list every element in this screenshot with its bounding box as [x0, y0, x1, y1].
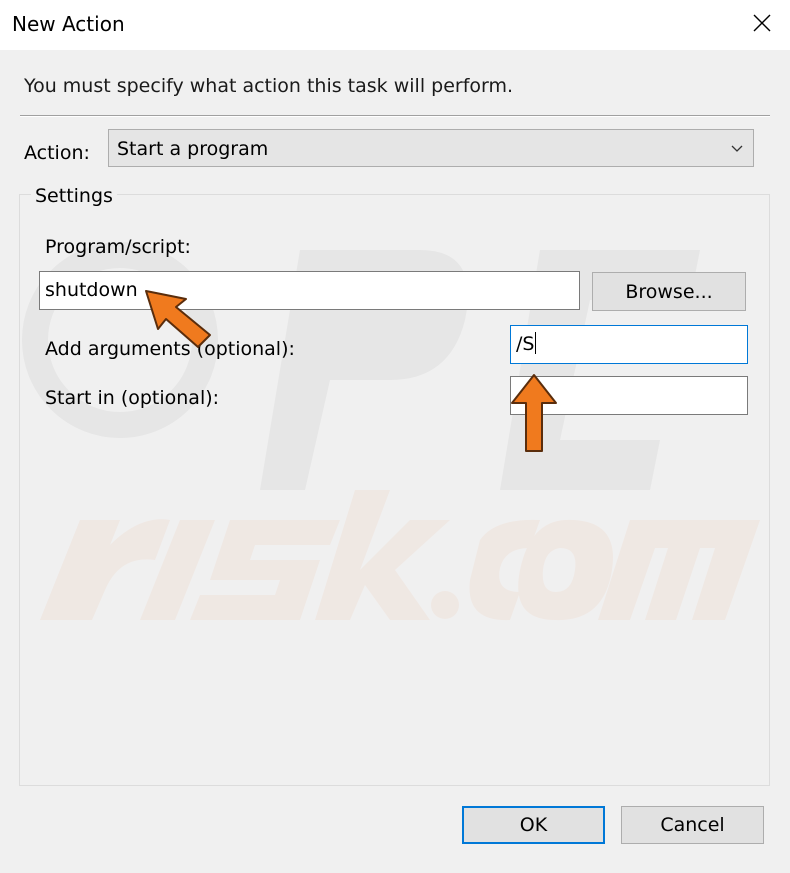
add-arguments-label: Add arguments (optional):	[45, 338, 295, 360]
cancel-button[interactable]: Cancel	[621, 806, 764, 844]
title-bar: New Action	[0, 0, 790, 50]
close-button[interactable]	[734, 0, 790, 46]
add-arguments-value: /S	[516, 333, 535, 355]
program-script-label: Program/script:	[45, 236, 191, 258]
instruction-text: You must specify what action this task w…	[24, 75, 514, 97]
action-label: Action:	[24, 142, 90, 164]
program-script-input[interactable]: shutdown	[39, 271, 580, 310]
close-icon	[753, 14, 771, 32]
action-selected-value: Start a program	[117, 138, 269, 160]
chevron-down-icon	[731, 145, 743, 152]
new-action-dialog: New Action You must specify what action …	[0, 0, 790, 873]
window-title: New Action	[12, 12, 125, 36]
browse-button[interactable]: Browse...	[592, 272, 746, 311]
start-in-input[interactable]	[510, 376, 748, 415]
start-in-label: Start in (optional):	[45, 387, 220, 409]
header-separator	[20, 115, 770, 117]
action-dropdown[interactable]: Start a program	[108, 129, 754, 167]
add-arguments-input[interactable]: /S	[510, 325, 748, 364]
text-caret	[535, 332, 537, 354]
ok-button[interactable]: OK	[462, 806, 605, 844]
settings-group-title: Settings	[31, 183, 117, 209]
program-script-value: shutdown	[45, 279, 138, 301]
